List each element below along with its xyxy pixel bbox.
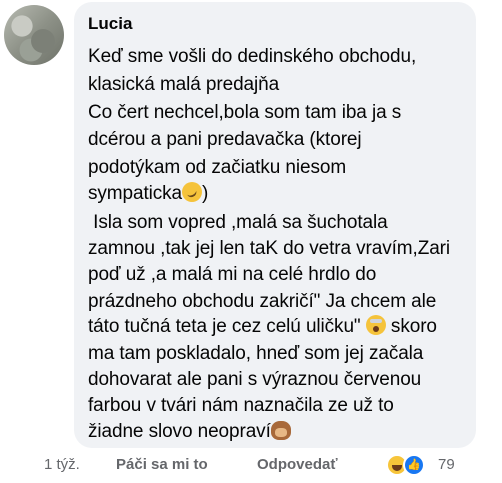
comment-text-line: dcérou a pani predavačka (ktorej <box>88 129 362 150</box>
comment-text-line: klasická malá predajňa <box>88 74 280 95</box>
comment-timestamp[interactable]: 1 týž. <box>44 456 80 473</box>
comment-text-line-with-emoji: táto tučná teta je cez celú uličku" skor… <box>88 315 437 338</box>
reactions-summary[interactable]: 👍 <box>386 453 426 477</box>
comment-text-line: dohovarat ale pani s výraznou červenou <box>88 369 422 390</box>
reaction-count[interactable]: 79 <box>438 456 455 473</box>
comment-author[interactable]: Lucia <box>88 14 132 34</box>
like-button[interactable]: Páči sa mi to <box>116 456 208 473</box>
like-reaction-icon: 👍 <box>403 454 425 476</box>
screaming-face-emoji-icon <box>365 315 386 335</box>
comment-text-line-with-emoji: žiadne slovo neopraví <box>88 421 291 443</box>
comment-text-line: Co čert nechcel,bola som tam iba ja s <box>88 102 402 123</box>
comment-text-line: Isla som vopred ,malá sa šuchotala <box>88 212 388 233</box>
speak-no-evil-monkey-emoji-icon <box>270 421 291 440</box>
reply-button[interactable]: Odpovedať <box>257 456 338 473</box>
comment-text-line: ma tam poskladalo, hneď som jej začala <box>88 343 424 364</box>
comment-text: ) <box>202 183 209 204</box>
comment-text: skoro <box>385 316 437 337</box>
comment-actions: 1 týž. Páči sa mi to Odpovedať 👍 79 <box>0 452 502 480</box>
comment-text: táto tučná teta je cez celú uličku" <box>88 316 366 337</box>
comment-text-line-with-emoji: sympaticka) <box>88 182 208 205</box>
comment-text: žiadne slovo neopraví <box>88 421 271 442</box>
comment-text-line: zamnou ,tak jej len taK do vetra vravím,… <box>88 238 451 259</box>
comment-bubble: Lucia Keď sme vošli do dedinského obchod… <box>74 2 476 448</box>
comment-text-line: Keď sme vošli do dedinského obchodu, <box>88 46 417 67</box>
comment-text-line: podotýkam od začiatku niesom <box>88 157 347 178</box>
rolling-on-floor-laughing-emoji-icon <box>182 182 203 202</box>
comment-text-line: prázdneho obchodu zakričí" Ja chcem ale <box>88 291 437 312</box>
avatar[interactable] <box>4 5 64 65</box>
comment-text-line: poď už ,a malá mi na celé hrdlo do <box>88 264 377 285</box>
comment-text: sympaticka <box>88 183 183 204</box>
comment-text-line: farbou v tvári nám naznačila ze už to <box>88 395 394 416</box>
